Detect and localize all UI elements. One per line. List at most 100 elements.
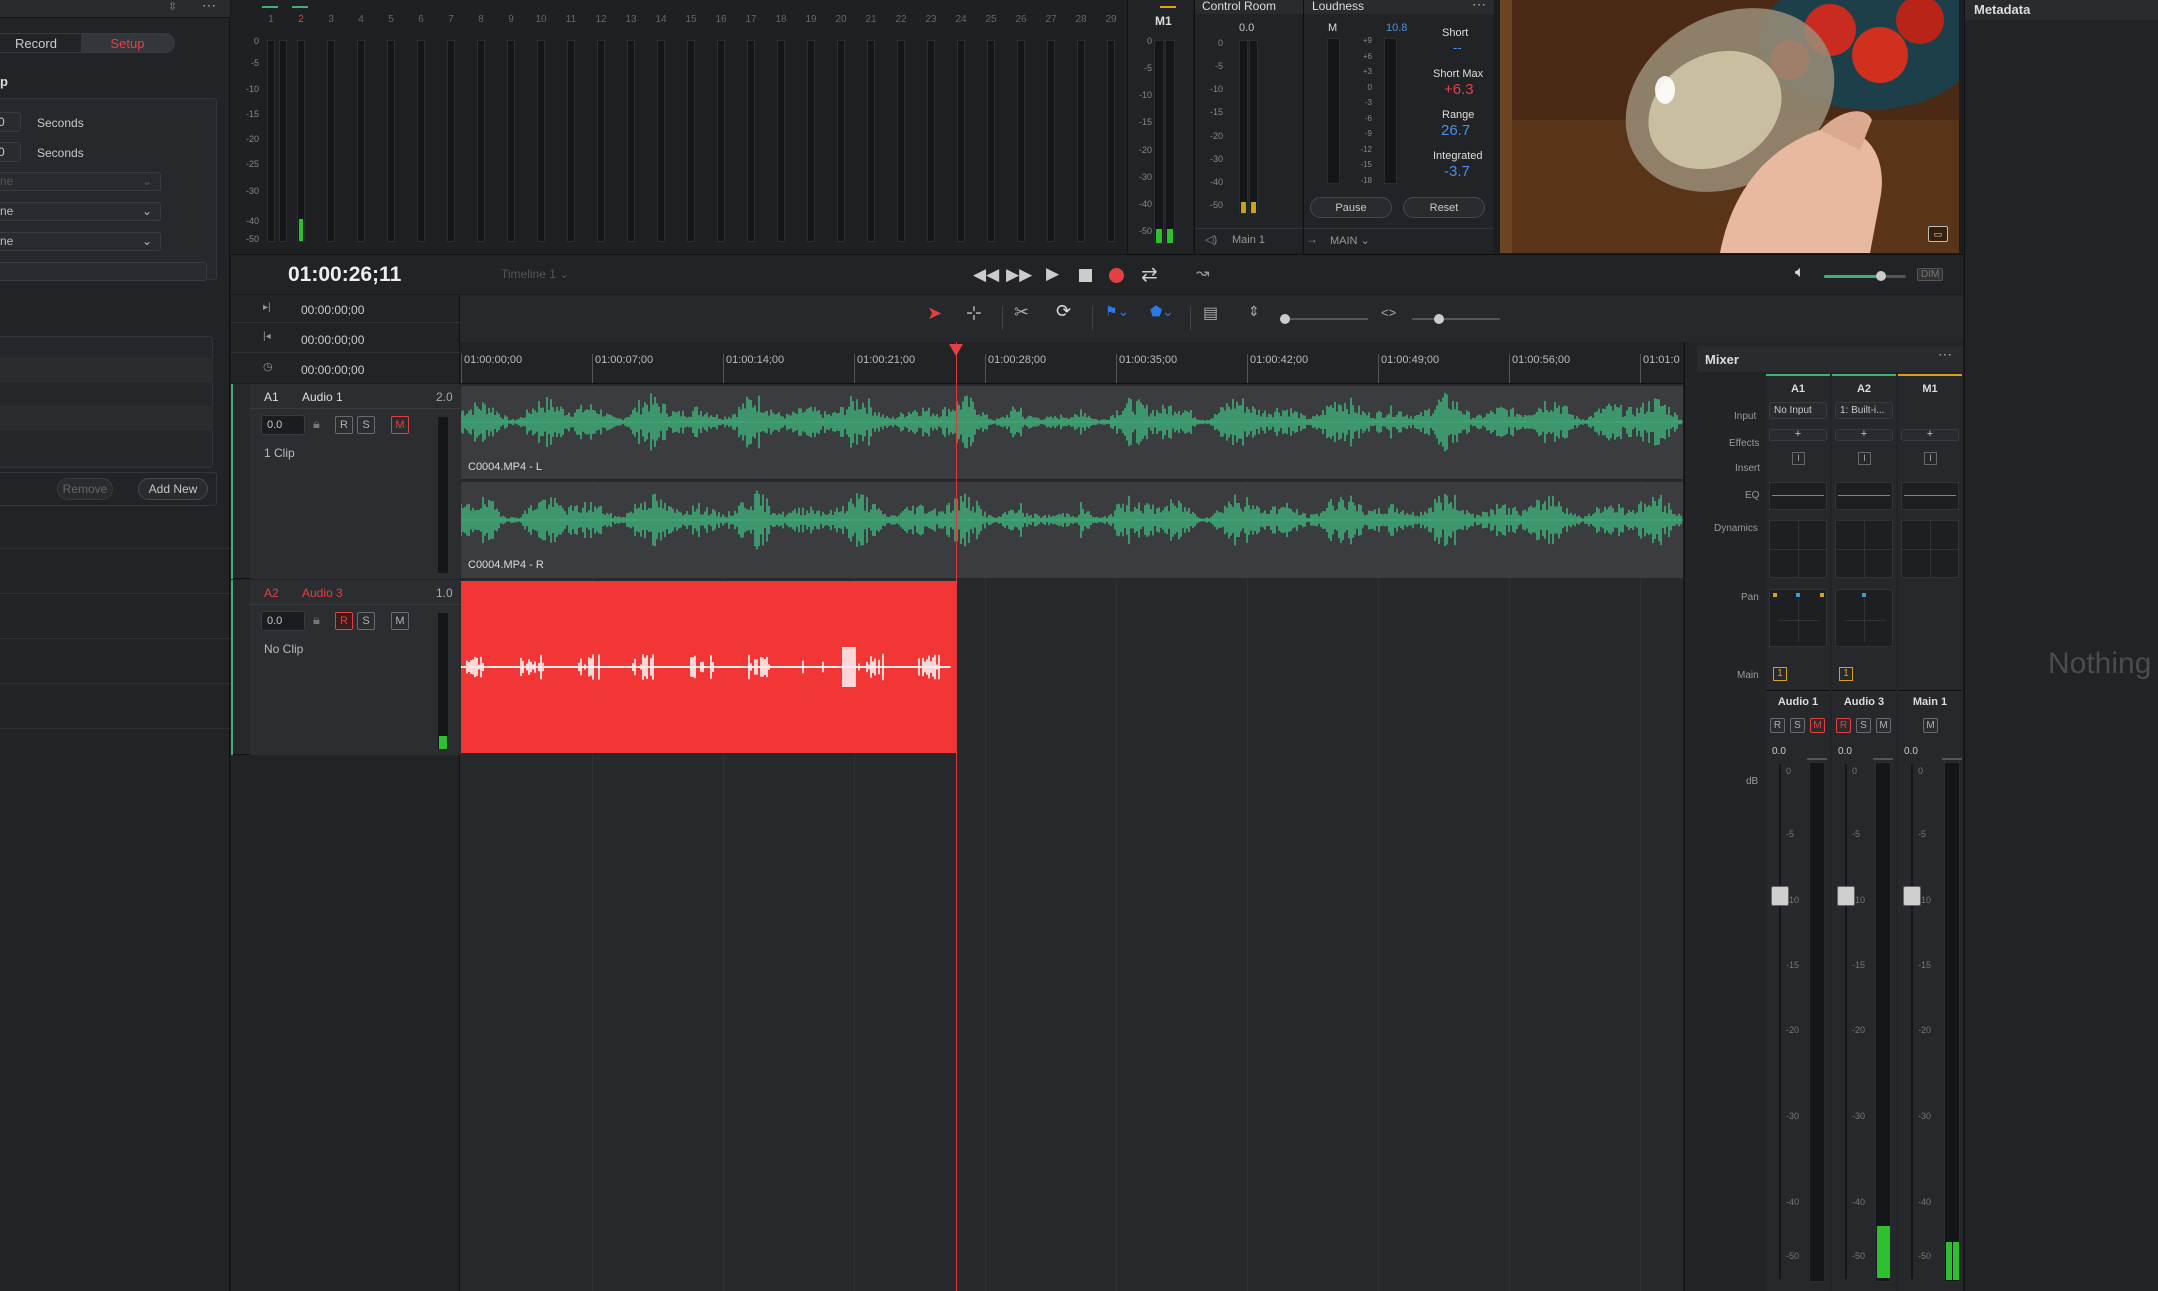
duration-timecode[interactable]: 00:00:00;00: [301, 363, 364, 377]
select-1[interactable]: ne ⌄: [0, 172, 161, 191]
track-volume[interactable]: 0.0: [261, 415, 305, 435]
razor-tool-icon[interactable]: ✂: [1014, 302, 1029, 323]
channel-number[interactable]: 6: [415, 14, 427, 25]
mixer-fader-value[interactable]: 0.0: [1772, 746, 1786, 757]
horizontal-zoom-knob[interactable]: [1434, 314, 1444, 324]
horizontal-zoom-slider[interactable]: [1412, 314, 1500, 324]
record-icon[interactable]: [1109, 268, 1124, 283]
mixer-eq-thumb[interactable]: [1901, 482, 1959, 510]
timeline-select[interactable]: Timeline 1 ⌄: [501, 267, 569, 281]
volume-slider[interactable]: [1824, 271, 1906, 281]
mixer-fader-knob[interactable]: [1903, 886, 1921, 906]
solo-button[interactable]: S: [357, 612, 375, 630]
volume-slider-knob[interactable]: [1876, 271, 1887, 281]
in-timecode[interactable]: 00:00:00;00: [301, 303, 364, 317]
vertical-zoom-knob[interactable]: [1280, 314, 1290, 324]
mixer-insert-button[interactable]: I: [1924, 452, 1937, 465]
channel-number[interactable]: 16: [715, 14, 727, 25]
out-timecode[interactable]: 00:00:00;00: [301, 333, 364, 347]
reset-button[interactable]: Reset: [1403, 197, 1485, 218]
channel-number[interactable]: 1: [265, 14, 277, 25]
selection-tool-icon[interactable]: ➤: [927, 303, 942, 324]
channel-number[interactable]: 15: [685, 14, 697, 25]
channel-number[interactable]: 5: [385, 14, 397, 25]
mixer-fader-value[interactable]: 0.0: [1838, 746, 1852, 757]
mixer-pan-control[interactable]: [1835, 589, 1893, 647]
mixer-effects-add[interactable]: +: [1769, 429, 1827, 441]
automation-icon[interactable]: ↝: [1196, 263, 1209, 283]
track-header-a1[interactable]: A1 Audio 1 2.0 0.0 🔒︎ R S M 1 Clip: [231, 384, 460, 579]
channel-number[interactable]: 28: [1075, 14, 1087, 25]
fast-forward-icon[interactable]: ▶▶: [1006, 265, 1032, 285]
mixer-dynamics-thumb[interactable]: [1901, 520, 1959, 578]
channel-number[interactable]: 20: [835, 14, 847, 25]
tab-record[interactable]: Record: [0, 34, 81, 52]
timecode-display[interactable]: 01:00:26;11: [288, 263, 401, 287]
tab-setup[interactable]: Setup: [81, 34, 174, 52]
mixer-eq-thumb[interactable]: [1835, 482, 1893, 510]
track-height-icon[interactable]: ▤: [1203, 303, 1218, 323]
channel-number[interactable]: 25: [985, 14, 997, 25]
volume-icon[interactable]: 🔈︎: [1795, 264, 1805, 282]
select-2[interactable]: ne ⌄: [0, 202, 161, 221]
mixer-fader-knob[interactable]: [1771, 886, 1789, 906]
mixer-insert-button[interactable]: I: [1792, 452, 1805, 465]
mixer-s-button[interactable]: S: [1856, 718, 1871, 733]
loop-icon[interactable]: ⇄: [1141, 262, 1158, 287]
mixer-fader-knob[interactable]: [1837, 886, 1855, 906]
loudness-options-icon[interactable]: ⋯: [1472, 0, 1486, 13]
mixer-effects-add[interactable]: +: [1835, 429, 1893, 441]
clip-a1-right[interactable]: C0004.MP4 - R: [461, 482, 1683, 578]
playhead-handle[interactable]: [949, 344, 963, 356]
flag-icon[interactable]: ⚑⌄: [1105, 303, 1129, 320]
channel-number[interactable]: 21: [865, 14, 877, 25]
mixer-s-button[interactable]: S: [1790, 718, 1805, 733]
pause-button[interactable]: Pause: [1310, 197, 1392, 218]
track-name[interactable]: Audio 1: [302, 390, 343, 404]
channel-number[interactable]: 19: [805, 14, 817, 25]
mixer-r-button[interactable]: R: [1770, 718, 1785, 733]
channel-number[interactable]: 11: [565, 14, 577, 25]
list-item[interactable]: [0, 406, 213, 430]
mixer-options-icon[interactable]: ⋯: [1938, 346, 1952, 363]
channel-number[interactable]: 14: [655, 14, 667, 25]
arm-record-button[interactable]: R: [335, 612, 353, 630]
lock-icon[interactable]: 🔒︎: [313, 612, 320, 628]
channel-number[interactable]: 3: [325, 14, 337, 25]
field1-input[interactable]: 0: [0, 112, 21, 132]
channel-number[interactable]: 7: [445, 14, 457, 25]
mixer-fader-value[interactable]: 0.0: [1904, 746, 1918, 757]
range-tool-icon[interactable]: ⊹: [966, 302, 982, 325]
mixer-input-select[interactable]: 1: Built-i...: [1835, 402, 1893, 419]
mixer-m-button[interactable]: M: [1810, 718, 1825, 733]
mixer-insert-button[interactable]: I: [1858, 452, 1871, 465]
mixer-r-button[interactable]: R: [1836, 718, 1851, 733]
channel-number[interactable]: 17: [745, 14, 757, 25]
marker-icon[interactable]: ⬟⌄: [1150, 303, 1174, 320]
mixer-m-button[interactable]: M: [1876, 718, 1891, 733]
channel-number[interactable]: 22: [895, 14, 907, 25]
lock-icon[interactable]: 🔒︎: [313, 416, 320, 432]
track-name[interactable]: Audio 3: [302, 586, 343, 600]
channel-number[interactable]: 18: [775, 14, 787, 25]
mixer-eq-thumb[interactable]: [1769, 482, 1827, 510]
channel-number[interactable]: 4: [355, 14, 367, 25]
channel-number[interactable]: 27: [1045, 14, 1057, 25]
inspector-sort-icon[interactable]: ⇳: [168, 0, 177, 13]
dim-button[interactable]: DIM: [1917, 268, 1944, 281]
list-item[interactable]: [0, 358, 213, 382]
video-viewer[interactable]: ▭: [1500, 0, 1959, 253]
rewind-icon[interactable]: ◀◀: [973, 265, 999, 285]
timeline-ruler[interactable]: 01:00:00;00 01:00:07;00 01:00:14;00 01:00:2…: [460, 342, 1683, 384]
vertical-zoom-icon[interactable]: ⇕: [1248, 303, 1260, 320]
recording-clip[interactable]: [461, 581, 956, 753]
channel-number[interactable]: 23: [925, 14, 937, 25]
playhead[interactable]: [956, 342, 957, 1291]
mixer-pan-control[interactable]: [1769, 589, 1827, 647]
channel-number[interactable]: 26: [1015, 14, 1027, 25]
channel-number[interactable]: 9: [505, 14, 517, 25]
mixer-m-button[interactable]: M: [1923, 718, 1938, 733]
channel-number[interactable]: 13: [625, 14, 637, 25]
track-volume[interactable]: 0.0: [261, 611, 305, 631]
channel-number[interactable]: 12: [595, 14, 607, 25]
